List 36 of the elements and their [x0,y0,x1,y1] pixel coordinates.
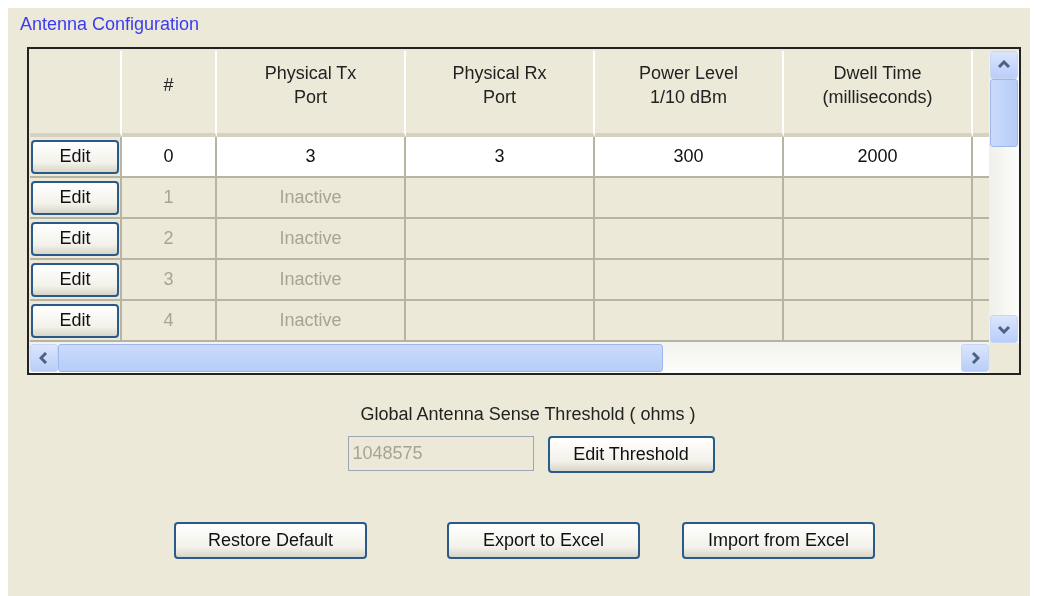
table-cell: Inactive [217,260,406,301]
scroll-right-icon[interactable] [961,343,989,372]
column-header: Physical Tx Port [217,51,406,137]
table-cell: 3 [406,137,595,178]
action-button[interactable]: Restore Default [174,522,367,559]
scroll-left-icon[interactable] [30,343,58,372]
column-header: # [122,51,217,137]
table-cell: 2 [122,219,217,260]
column-header: Power Level 1/10 dBm [595,51,784,137]
horizontal-scrollbar[interactable] [30,342,989,373]
vertical-scrollbar[interactable] [989,51,1019,343]
edit-button[interactable]: Edit [31,139,119,174]
table-cell: 300 [595,137,784,178]
action-button[interactable]: Import from Excel [682,522,875,559]
table-cell: 2000 [784,137,973,178]
table-cell: 0 [122,137,217,178]
edit-button[interactable]: Edit [31,180,119,215]
column-header: Dwell Time (milliseconds) [784,51,973,137]
threshold-label: Global Antenna Sense Threshold ( ohms ) [359,404,696,425]
table-cell: 4 [122,301,217,342]
group-title: Antenna Configuration [20,14,201,36]
scroll-down-icon[interactable] [990,315,1018,343]
table-cell: Inactive [217,178,406,219]
table-cell: 3 [217,137,406,178]
edit-button[interactable]: Edit [31,303,119,338]
scroll-thumb[interactable] [58,343,663,372]
table-cell: Inactive [217,301,406,342]
scroll-thumb[interactable] [990,79,1018,147]
table-cell: Inactive [217,219,406,260]
edit-button[interactable]: Edit [31,262,119,297]
action-button[interactable]: Export to Excel [447,522,640,559]
column-header: Physical Rx Port [406,51,595,137]
edit-button[interactable]: Edit [31,221,119,256]
table-cell: 3 [122,260,217,301]
scroll-up-icon[interactable] [990,51,1018,79]
table-cell: 1 [122,178,217,219]
